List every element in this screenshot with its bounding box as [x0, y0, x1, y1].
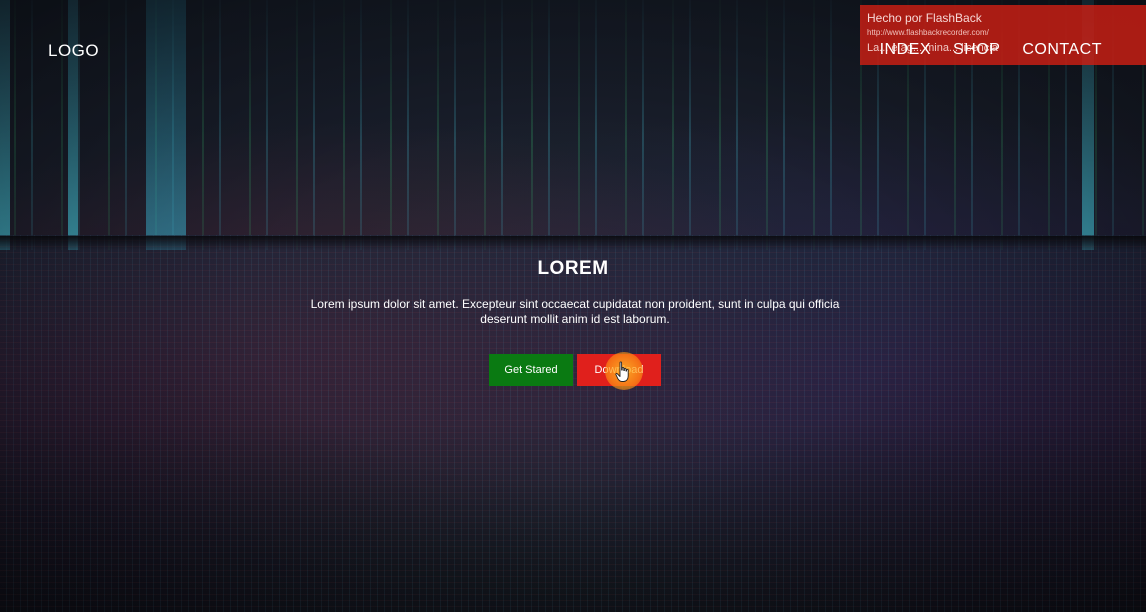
get-started-button[interactable]: Get Stared — [489, 354, 573, 386]
hand-pointer-icon — [615, 361, 629, 382]
hero-tagline: Lorem ipsum dolor sit amet. Excepteur si… — [310, 297, 840, 326]
nav-link-shop[interactable]: SHOP — [953, 41, 1000, 59]
site-logo[interactable]: LOGO — [48, 41, 99, 61]
nav-link-index[interactable]: INDEX — [880, 41, 931, 59]
watermark-title: Hecho por FlashBack — [867, 11, 982, 25]
watermark-url: http://www.flashbackrecorder.com/ — [867, 28, 989, 37]
nav-link-contact[interactable]: CONTACT — [1022, 41, 1102, 59]
main-nav: INDEX SHOP CONTACT — [880, 41, 1102, 59]
hero-section: LOGO Hecho por FlashBack http://www.flas… — [0, 0, 1146, 612]
hero-headline: LOREM — [537, 258, 609, 279]
